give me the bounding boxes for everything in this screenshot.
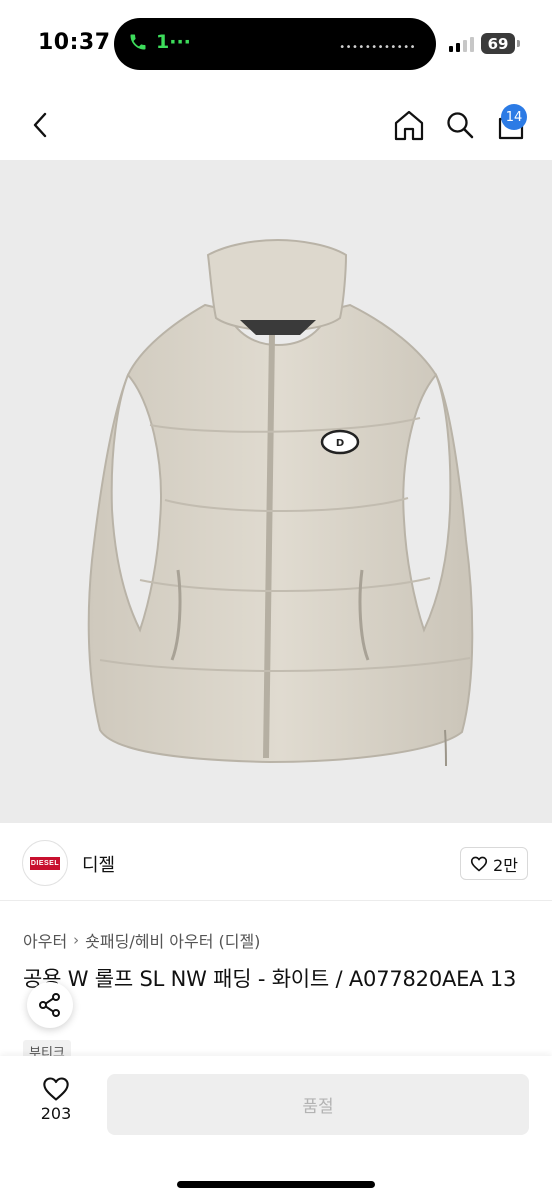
brand-like-count: 2만 xyxy=(493,855,518,875)
island-waveform: •••••••••••• xyxy=(339,42,416,53)
breadcrumb-level2[interactable]: 숏패딩/헤비 아우터 (디젤) xyxy=(85,928,260,952)
heart-icon xyxy=(43,1077,69,1101)
signal-icon xyxy=(449,36,474,52)
battery-tip xyxy=(517,40,520,47)
status-time: 10:37 xyxy=(38,30,111,55)
status-bar: 10:37 1··· •••••••••••• 69 xyxy=(0,0,552,90)
product-title: 공용 W 롤프 SL NW 패딩 - 화이트 / A077820AEA 13 xyxy=(23,967,517,991)
soldout-button[interactable]: 품절 xyxy=(107,1074,529,1135)
diesel-logo-badge: DIESEL xyxy=(30,856,60,870)
product-photo-puffer-vest: D xyxy=(87,238,474,767)
brand-logo[interactable]: DIESEL xyxy=(22,840,68,886)
wishlist-button[interactable]: 203 xyxy=(30,1076,82,1136)
heart-icon xyxy=(470,856,488,871)
brand-like-button[interactable]: 2만 xyxy=(460,847,528,880)
breadcrumb-level1[interactable]: 아우터 xyxy=(23,928,67,952)
search-icon xyxy=(447,112,474,139)
home-indicator[interactable] xyxy=(177,1181,375,1188)
product-image-gallery[interactable]: D 3 / 12 › xyxy=(0,160,552,823)
call-duration: 1··· xyxy=(156,31,191,53)
dynamic-island[interactable]: 1··· •••••••••••• xyxy=(114,18,436,70)
cart-count-badge: 14 xyxy=(501,104,527,130)
brand-row[interactable]: DIESEL 디젤 2만 xyxy=(0,835,552,901)
phone-icon xyxy=(130,34,146,50)
wishlist-count: 203 xyxy=(40,1104,72,1123)
back-icon xyxy=(33,112,47,138)
home-button[interactable] xyxy=(390,105,428,145)
chevron-right-icon: › xyxy=(73,931,80,949)
bottom-action-bar: 203 품절 xyxy=(0,1056,552,1200)
top-nav xyxy=(0,95,552,155)
home-icon xyxy=(394,110,424,141)
breadcrumb: 아우터 › 숏패딩/헤비 아우터 (디젤) xyxy=(23,928,260,952)
back-button[interactable] xyxy=(24,105,56,145)
brand-name[interactable]: 디젤 xyxy=(82,851,115,877)
share-icon xyxy=(39,993,60,1017)
battery-level: 69 xyxy=(481,33,515,54)
svg-text:D: D xyxy=(336,438,344,449)
island-call-indicator: 1··· xyxy=(128,31,191,53)
share-button[interactable] xyxy=(27,982,73,1028)
search-button[interactable] xyxy=(442,105,478,145)
